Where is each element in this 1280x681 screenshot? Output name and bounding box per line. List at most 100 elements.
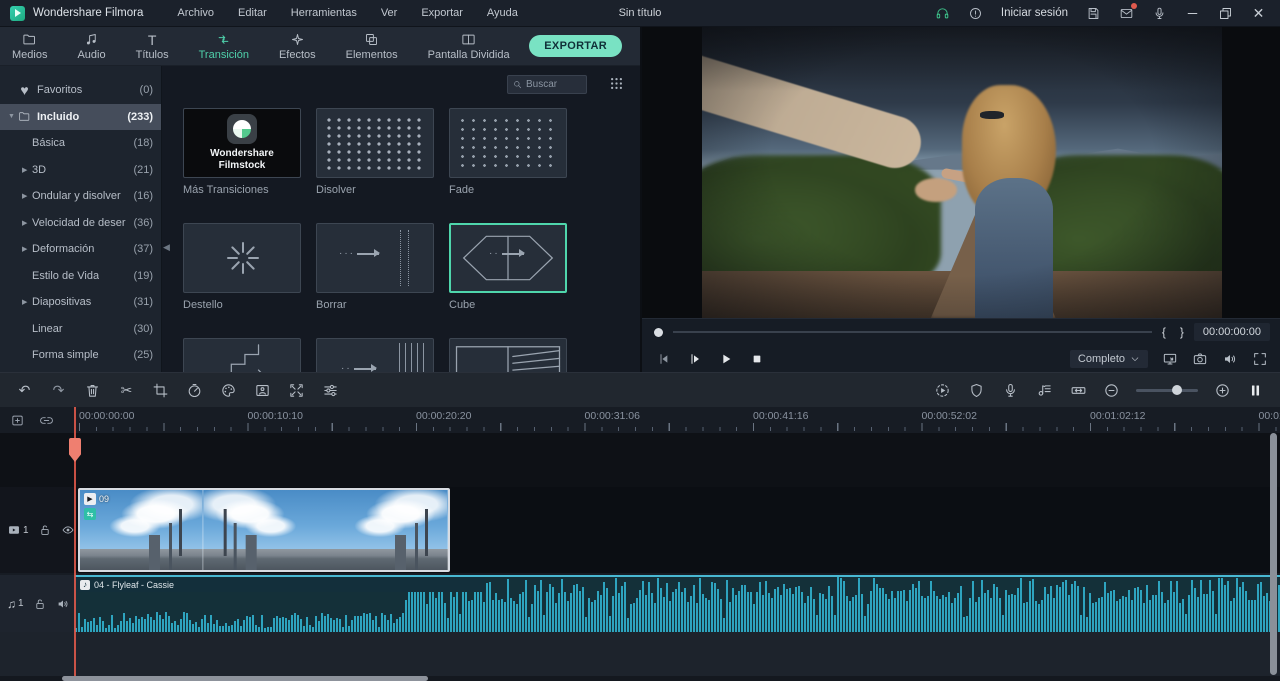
mark-in-button[interactable]: { [1162,325,1166,339]
menu-item-ayuda[interactable]: Ayuda [487,7,518,19]
sidebar-item-incluido[interactable]: ▼Incluido(233) [0,104,161,131]
expander-right-icon[interactable]: ▶ [22,245,32,253]
timeline-zoom-slider[interactable] [1136,389,1198,392]
sidebar-item-basica[interactable]: Básica(18) [0,130,161,157]
pause-icon[interactable] [1247,382,1264,399]
sidebar-item-3d[interactable]: ▶3D(21) [0,157,161,184]
expander-down-icon[interactable]: ▼ [8,113,18,120]
sidebar-item-deformacion[interactable]: ▶Deformación(37) [0,236,161,263]
horizontal-scrollbar[interactable] [62,676,428,681]
tab-audio[interactable]: Audio [77,27,105,68]
panzoom-icon[interactable] [288,382,305,399]
category-count: (21) [133,164,153,176]
link-icon[interactable] [39,413,54,428]
lock-icon[interactable] [33,597,47,611]
audio-clip[interactable]: ♪ 04 - Flyleaf - Cassie [75,575,1280,632]
menu-item-exportar[interactable]: Exportar [421,7,463,19]
stop-button[interactable] [749,351,765,367]
voiceover-icon[interactable] [1152,6,1167,21]
eye-icon[interactable] [61,523,75,537]
previous-frame-button[interactable] [656,351,672,367]
expander-right-icon[interactable]: ▶ [22,166,32,174]
addclip-icon[interactable] [10,413,25,428]
marker-icon[interactable] [1070,382,1087,399]
zoom-out-icon[interactable] [1103,382,1120,399]
play-button[interactable] [718,351,734,367]
quality-dropdown[interactable]: Completo [1070,350,1148,368]
headset-icon[interactable] [935,6,950,21]
transition-borrar[interactable]: ···Borrar [316,223,434,311]
mixer-icon[interactable] [1036,382,1053,399]
sign-in-link[interactable]: Iniciar sesión [1001,7,1068,19]
tab-pantalla-dividida[interactable]: Pantalla Dividida [428,27,510,68]
snapshot-icon[interactable] [1192,351,1208,367]
expander-right-icon[interactable]: ▶ [22,192,32,200]
adjust-icon[interactable] [322,382,339,399]
track-speaker-icon[interactable] [56,597,70,611]
lock-icon[interactable] [38,523,52,537]
sidebar-item-estilo-de-vida[interactable]: Estilo de Vida(19) [0,263,161,290]
ruler-label: 00:00:41:16 [753,410,808,422]
timeline-ruler[interactable]: 00:00:00:0000:00:10:1000:00:20:2000:00:3… [75,407,1280,433]
menu-item-archivo[interactable]: Archivo [177,7,214,19]
detach-monitor-icon[interactable] [1162,351,1178,367]
crop-icon[interactable] [152,382,169,399]
undo-icon[interactable]: ↶ [16,382,33,399]
tab-titulos[interactable]: TTítulos [136,27,169,68]
restore-button[interactable] [1218,6,1233,21]
tracker-icon[interactable] [254,382,271,399]
redo-icon[interactable]: ↷ [50,382,67,399]
project-title: Sin título [619,7,662,19]
expander-right-icon[interactable]: ▶ [22,298,32,306]
sidebar-item-diapositivas[interactable]: ▶Diapositivas(31) [0,289,161,316]
transition-destello[interactable]: Destello [183,223,301,311]
sidebar-item-linear[interactable]: Linear(30) [0,316,161,343]
close-button[interactable]: ✕ [1251,6,1266,21]
mail-button[interactable] [1119,6,1134,21]
tab-elementos[interactable]: Elementos [346,27,398,68]
render-icon[interactable] [934,382,951,399]
transition-wipe2[interactable]: ·· [316,338,434,372]
scissors-icon[interactable]: ✂ [118,382,135,399]
sidebar-item-velocidad-de-deser[interactable]: ▶Velocidad de deser(36) [0,210,161,237]
shield-icon[interactable] [968,382,985,399]
transition-flip[interactable] [449,338,567,372]
scrubber-track[interactable] [673,331,1152,333]
next-frame-button[interactable] [687,351,703,367]
transition-thumbnail [449,108,567,178]
expander-right-icon[interactable]: ▶ [22,219,32,227]
search-input[interactable] [526,79,581,90]
transition-cube[interactable]: ··Cube [449,223,567,311]
save-icon[interactable] [1086,6,1101,21]
palette-icon[interactable] [220,382,237,399]
sidebar-item-forma-simple[interactable]: Forma simple(25) [0,342,161,369]
vertical-scrollbar[interactable] [1270,433,1277,675]
menu-item-herramientas[interactable]: Herramientas [291,7,357,19]
scrubber-handle[interactable] [654,328,663,337]
video-clip[interactable]: ▶ 09 ⇆ [78,488,450,572]
mark-out-button[interactable]: } [1180,325,1184,339]
transition-fade[interactable]: Fade [449,108,567,196]
sidebar-item-favoritos[interactable]: ♥Favoritos(0) [0,77,161,104]
menu-item-editar[interactable]: Editar [238,7,267,19]
fullscreen-icon[interactable] [1252,351,1268,367]
tab-medios[interactable]: Medios [12,27,47,68]
tab-efectos[interactable]: Efectos [279,27,316,68]
sidebar-item-ondular-y-disolver[interactable]: ▶Ondular y disolver(16) [0,183,161,210]
transition-stairs[interactable] [183,338,301,372]
menu-item-ver[interactable]: Ver [381,7,398,19]
export-button[interactable]: EXPORTAR [529,35,622,57]
transition-disolver[interactable]: Disolver [316,108,434,196]
search-box[interactable] [507,75,587,94]
transition-mas-transiciones[interactable]: WondershareFilmstockMás Transiciones [183,108,301,196]
mic-icon[interactable] [1002,382,1019,399]
mute-icon[interactable] [1222,351,1238,367]
speed-icon[interactable] [186,382,203,399]
trash-icon[interactable] [84,382,101,399]
collapse-panel-icon[interactable]: ◀ [163,242,170,253]
tab-transicion[interactable]: Transición [199,27,249,68]
minimize-button[interactable] [1185,6,1200,21]
grid-view-icon[interactable] [609,76,624,91]
info-icon[interactable] [968,6,983,21]
zoom-in-icon[interactable] [1214,382,1231,399]
